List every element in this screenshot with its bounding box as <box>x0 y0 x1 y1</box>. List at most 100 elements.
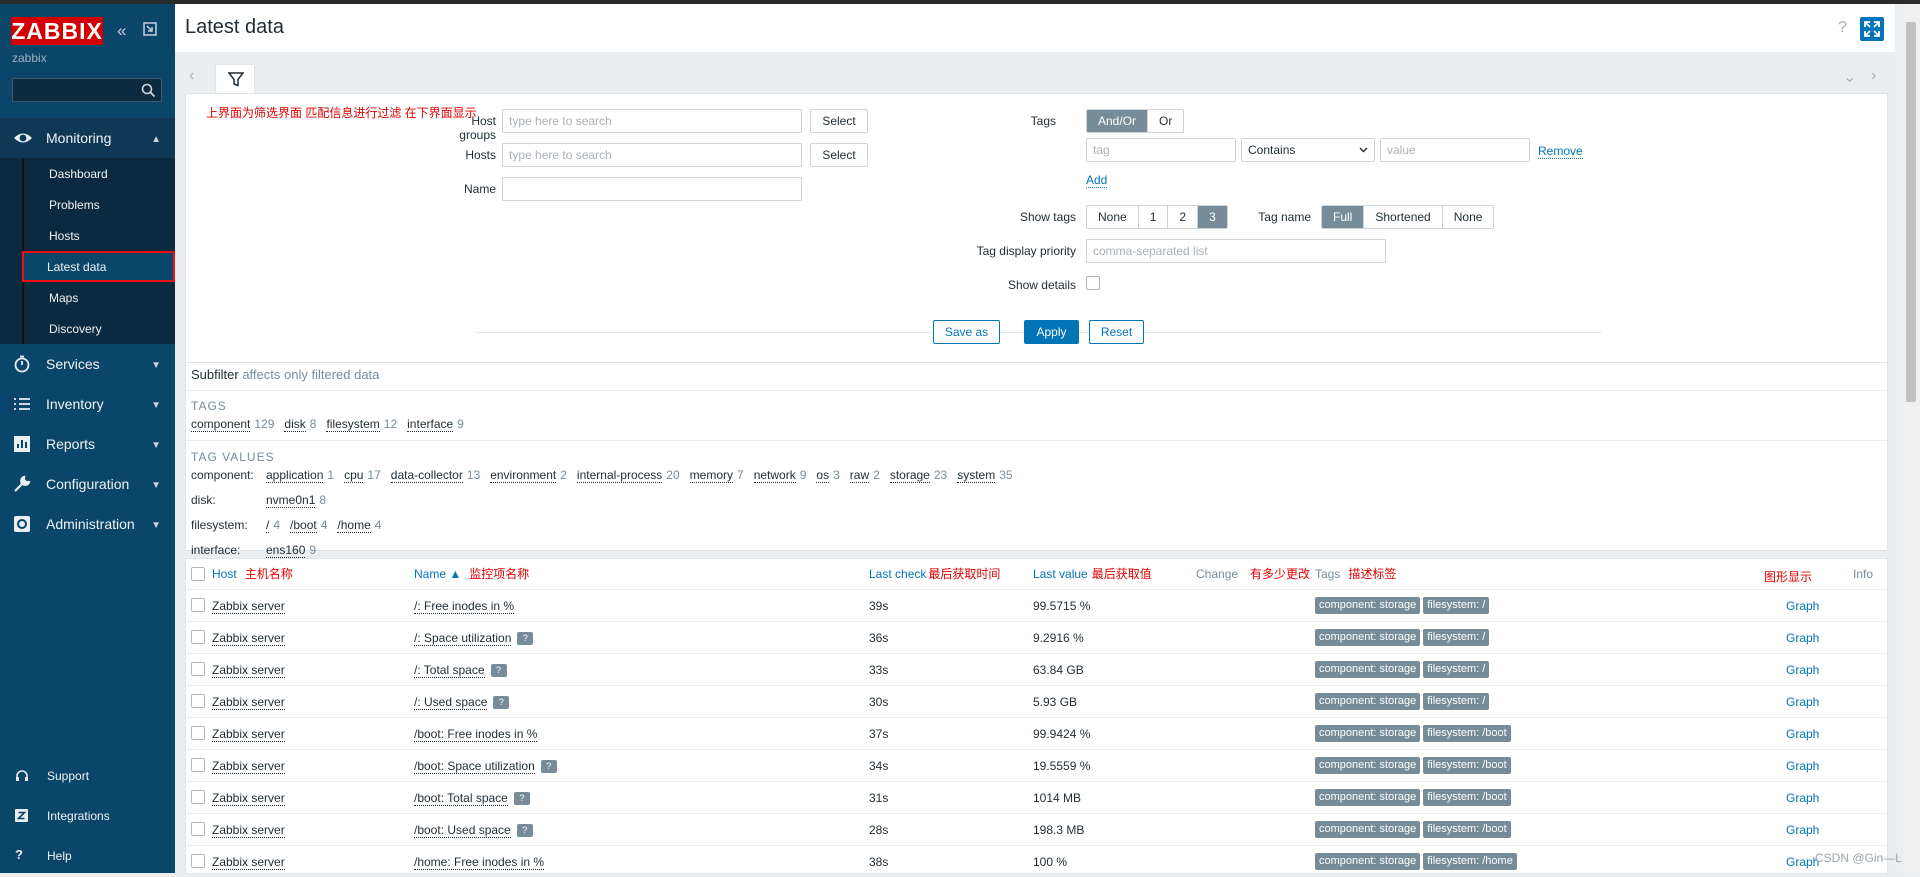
subfilter-value-name[interactable]: environment <box>490 468 557 483</box>
tag-badge[interactable]: component: storage <box>1315 597 1421 614</box>
remove-tag-link[interactable]: Remove <box>1538 144 1583 159</box>
subfilter-value[interactable]: system 35 <box>957 468 1013 483</box>
subfilter-value-name[interactable]: nvme0n1 <box>266 493 316 508</box>
tag-operator-select[interactable]: Contains <box>1241 138 1375 162</box>
show-tags-2[interactable]: 2 <box>1168 206 1199 228</box>
last-value-header[interactable]: Last value 最后获取值 <box>1033 559 1152 589</box>
description-icon[interactable]: ? <box>490 664 507 677</box>
host-link[interactable]: Zabbix server <box>212 727 285 742</box>
item-name-link[interactable]: /boot: Free inodes in % <box>414 727 538 742</box>
subfilter-tag-name[interactable]: disk <box>284 417 306 432</box>
kiosk-mode-button[interactable] <box>1860 17 1884 41</box>
subfilter-value[interactable]: application 1 <box>266 468 334 483</box>
host-groups-input[interactable]: type here to search <box>502 109 802 133</box>
subfilter-value-name[interactable]: storage <box>889 468 930 483</box>
tag-badge[interactable]: component: storage <box>1315 789 1421 806</box>
search-icon[interactable] <box>141 83 156 101</box>
item-name-link[interactable]: /boot: Space utilization <box>414 759 535 774</box>
subfilter-value[interactable]: memory 7 <box>689 468 744 483</box>
tag-badge[interactable]: filesystem: /home <box>1423 853 1517 870</box>
host-header-label[interactable]: Host <box>212 567 237 581</box>
item-name-link[interactable]: /: Used space <box>414 695 488 710</box>
tag-badge[interactable]: component: storage <box>1315 693 1421 710</box>
tag-badge[interactable]: filesystem: / <box>1423 693 1490 710</box>
subfilter-tag[interactable]: component 129 <box>191 417 274 432</box>
name-input[interactable] <box>502 177 802 201</box>
submenu-problems[interactable]: Problems <box>22 189 175 220</box>
add-tag-link[interactable]: Add <box>1086 173 1108 188</box>
graph-link[interactable]: Graph <box>1786 599 1819 613</box>
subfilter-value[interactable]: network 9 <box>753 468 806 483</box>
subfilter-tag-name[interactable]: interface <box>407 417 454 432</box>
apply-button[interactable]: Apply <box>1024 320 1079 344</box>
submenu-maps[interactable]: Maps <box>22 282 175 313</box>
subfilter-value[interactable]: ens160 9 <box>266 543 316 558</box>
subfilter-value-name[interactable]: /boot <box>290 518 317 533</box>
show-tags-none[interactable]: None <box>1087 206 1139 228</box>
host-groups-select-button[interactable]: Select <box>810 109 868 133</box>
subfilter-value[interactable]: raw 2 <box>849 468 880 483</box>
tag-badge[interactable]: component: storage <box>1315 661 1421 678</box>
hosts-input[interactable]: type here to search <box>502 143 802 167</box>
subfilter-value[interactable]: data-collector 13 <box>390 468 480 483</box>
or-option[interactable]: Or <box>1148 110 1184 132</box>
subfilter-value[interactable]: /home 4 <box>337 518 381 533</box>
subfilter-value-name[interactable]: system <box>957 468 996 483</box>
subfilter-value[interactable]: internal-process 20 <box>576 468 680 483</box>
subfilter-value[interactable]: environment 2 <box>490 468 567 483</box>
tag-input[interactable]: tag <box>1086 138 1236 162</box>
item-name-link[interactable]: /boot: Total space <box>414 791 508 806</box>
hosts-select-button[interactable]: Select <box>810 143 868 167</box>
tag-badge[interactable]: filesystem: /boot <box>1423 725 1511 742</box>
graph-link[interactable]: Graph <box>1786 759 1819 773</box>
scrollbar-thumb[interactable] <box>1906 22 1916 402</box>
description-icon[interactable]: ? <box>516 824 533 837</box>
andor-option[interactable]: And/Or <box>1087 110 1149 132</box>
subfilter-value-name[interactable]: raw <box>849 468 870 483</box>
tag-badge[interactable]: filesystem: / <box>1423 661 1490 678</box>
row-checkbox[interactable] <box>191 726 205 740</box>
hide-sidebar-icon[interactable] <box>143 22 157 40</box>
last-value-header-label[interactable]: Last value <box>1033 567 1088 581</box>
description-icon[interactable]: ? <box>493 696 510 709</box>
item-name-link[interactable]: /: Space utilization <box>414 631 512 646</box>
subfilter-value-name[interactable]: /home <box>337 518 371 533</box>
tag-badge[interactable]: component: storage <box>1315 725 1421 742</box>
show-tags-3[interactable]: 3 <box>1198 206 1227 228</box>
zabbix-logo[interactable]: ZABBIX <box>11 17 103 45</box>
subfilter-value[interactable]: cpu 17 <box>344 468 381 483</box>
host-link[interactable]: Zabbix server <box>212 855 285 870</box>
tag-badge[interactable]: component: storage <box>1315 853 1421 870</box>
host-link[interactable]: Zabbix server <box>212 759 285 774</box>
subfilter-value-name[interactable]: ens160 <box>266 543 306 558</box>
filter-tab[interactable] <box>215 64 255 94</box>
host-link[interactable]: Zabbix server <box>212 695 285 710</box>
menu-integrations[interactable]: Integrations <box>0 796 175 836</box>
tag-priority-input[interactable]: comma-separated list <box>1086 239 1386 263</box>
host-link[interactable]: Zabbix server <box>212 823 285 838</box>
description-icon[interactable]: ? <box>513 792 530 805</box>
show-tags-toggle[interactable]: None 1 2 3 <box>1086 205 1228 229</box>
graph-link[interactable]: Graph <box>1786 663 1819 677</box>
menu-services[interactable]: Services ▼ <box>0 344 175 384</box>
subfilter-tag[interactable]: filesystem 12 <box>326 417 397 432</box>
subfilter-value[interactable]: os 3 <box>816 468 840 483</box>
row-checkbox[interactable] <box>191 790 205 804</box>
subfilter-value[interactable]: /4 <box>266 518 280 533</box>
subfilter-value[interactable]: /boot 4 <box>290 518 327 533</box>
host-link[interactable]: Zabbix server <box>212 631 285 646</box>
subfilter-value-name[interactable]: / <box>266 518 270 533</box>
item-name-link[interactable]: /: Total space <box>414 663 485 678</box>
menu-administration[interactable]: Administration ▼ <box>0 504 175 544</box>
row-checkbox[interactable] <box>191 854 205 868</box>
subfilter-tag[interactable]: disk 8 <box>284 417 316 432</box>
tag-name-full[interactable]: Full <box>1322 206 1365 228</box>
item-name-link[interactable]: /boot: Used space <box>414 823 511 838</box>
subfilter-value-name[interactable]: memory <box>689 468 733 483</box>
row-checkbox[interactable] <box>191 662 205 676</box>
menu-reports[interactable]: Reports ▼ <box>0 424 175 464</box>
tag-name-none[interactable]: None <box>1442 206 1494 228</box>
submenu-hosts[interactable]: Hosts <box>22 220 175 251</box>
menu-monitoring[interactable]: Monitoring ▲ <box>0 118 175 158</box>
subfilter-value-name[interactable]: application <box>266 468 324 483</box>
